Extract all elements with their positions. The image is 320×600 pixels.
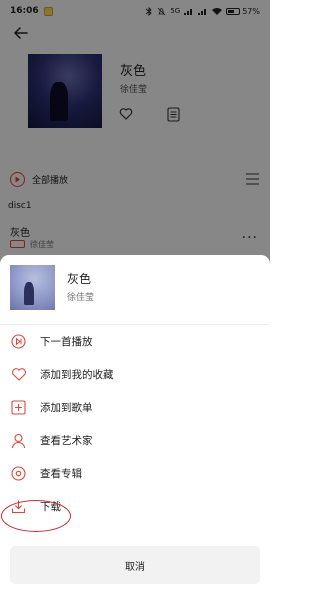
album-icon xyxy=(10,465,27,482)
add-to-playlist-icon xyxy=(10,399,27,416)
download-highlight-circle xyxy=(1,500,71,532)
play-next-icon xyxy=(10,333,27,350)
menu-label-view-artist: 查看艺术家 xyxy=(40,435,93,447)
menu-label-play-next: 下一首播放 xyxy=(40,336,93,348)
menu-item-add-favorite[interactable]: 添加到我的收藏 xyxy=(0,358,270,391)
menu-item-view-artist[interactable]: 查看艺术家 xyxy=(0,424,270,457)
song-action-sheet: 灰色 徐佳莹 下一首播放 添加到我的收藏 添加到歌单 查看艺术家 查看专辑 下载… xyxy=(0,255,270,600)
sheet-song-artist: 徐佳莹 xyxy=(67,293,95,303)
sheet-song-title: 灰色 xyxy=(67,272,92,286)
action-menu: 下一首播放 添加到我的收藏 添加到歌单 查看艺术家 查看专辑 下载 xyxy=(0,325,270,523)
menu-label-add-favorite: 添加到我的收藏 xyxy=(40,369,114,381)
sheet-song-cover xyxy=(10,265,55,310)
menu-item-add-to-playlist[interactable]: 添加到歌单 xyxy=(0,391,270,424)
menu-item-play-next[interactable]: 下一首播放 xyxy=(0,325,270,358)
cancel-button[interactable]: 取消 xyxy=(10,546,260,584)
heart-icon xyxy=(10,366,27,383)
menu-label-add-to-playlist: 添加到歌单 xyxy=(40,402,93,414)
artist-icon xyxy=(10,432,27,449)
menu-item-view-album[interactable]: 查看专辑 xyxy=(0,457,270,490)
menu-label-view-album: 查看专辑 xyxy=(40,468,82,480)
sheet-header: 灰色 徐佳莹 xyxy=(10,260,260,320)
